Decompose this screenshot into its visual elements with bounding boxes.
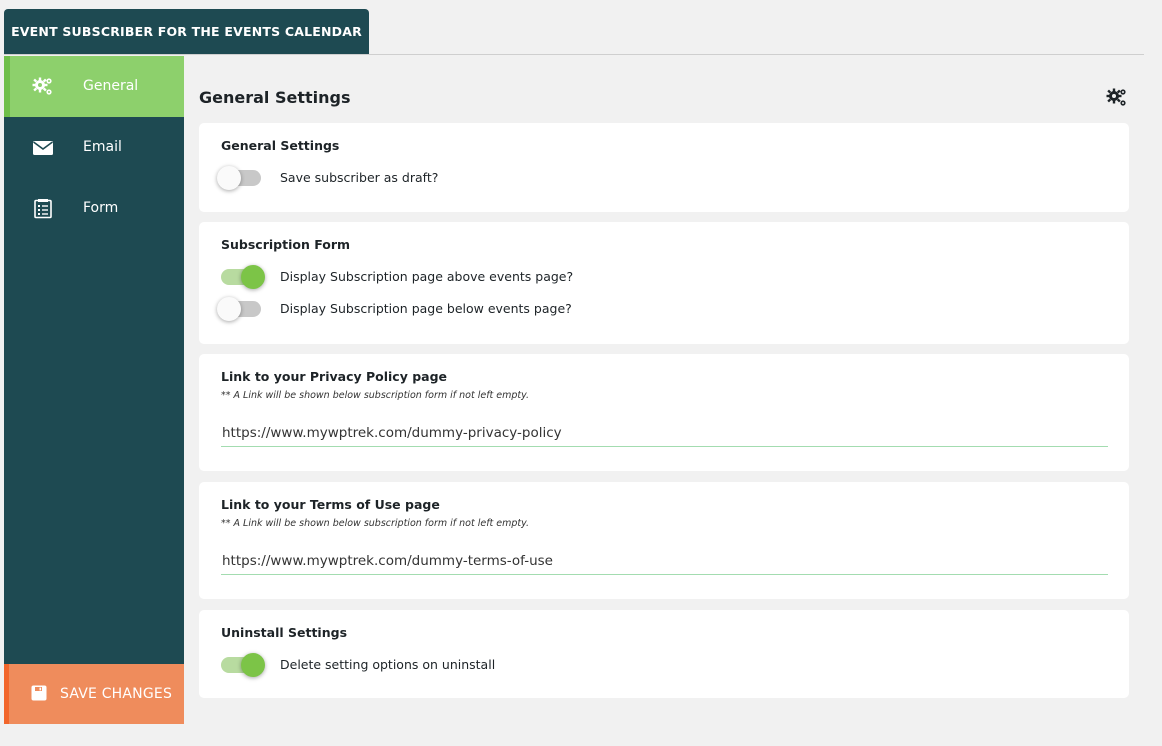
toggle-knob [241, 265, 265, 289]
main-content: General Settings General Settings Save s… [184, 56, 1144, 724]
delete-on-uninstall-toggle[interactable] [221, 653, 265, 677]
card-title: Link to your Privacy Policy page [221, 369, 448, 384]
privacy-policy-card: Link to your Privacy Policy page ** A Li… [199, 354, 1129, 471]
card-note: ** A Link will be shown below subscripti… [221, 390, 530, 401]
plugin-title-tab[interactable]: EVENT SUBSCRIBER FOR THE EVENTS CALENDAR [4, 9, 369, 55]
gears-icon [1106, 87, 1128, 109]
uninstall-settings-card: Uninstall Settings Delete setting option… [199, 610, 1129, 698]
toggle-knob [241, 653, 265, 677]
app-window: EVENT SUBSCRIBER FOR THE EVENTS CALENDAR [0, 0, 1162, 746]
toggle-row: Display Subscription page above events p… [221, 265, 821, 289]
sidebar-item-form[interactable]: Form [4, 178, 184, 239]
gears-icon [32, 76, 54, 98]
page-title: General Settings [199, 88, 351, 107]
save-changes-label: SAVE CHANGES [60, 686, 173, 702]
card-title: Uninstall Settings [221, 625, 348, 640]
save-draft-toggle[interactable] [217, 166, 261, 190]
privacy-policy-url-input[interactable] [221, 419, 1108, 447]
toggle-knob [217, 297, 241, 321]
terms-of-use-card: Link to your Terms of Use page ** A Link… [199, 482, 1129, 599]
card-title: General Settings [221, 138, 340, 153]
card-title: Subscription Form [221, 237, 351, 252]
display-below-toggle[interactable] [217, 297, 261, 321]
toggle-knob [217, 166, 241, 190]
toggle-row: Delete setting options on uninstall [221, 653, 821, 677]
toggle-row: Save subscriber as draft? [217, 166, 821, 190]
sidebar-item-general[interactable]: General [4, 56, 184, 117]
toggle-row: Display Subscription page below events p… [217, 297, 821, 321]
toggle-label: Display Subscription page above events p… [280, 269, 574, 284]
toggle-label: Save subscriber as draft? [280, 170, 439, 185]
toggle-label: Delete setting options on uninstall [280, 657, 496, 672]
form-icon [32, 198, 54, 220]
display-above-toggle[interactable] [221, 265, 265, 289]
sidebar-item-email[interactable]: Email [4, 117, 184, 178]
floppy-disk-icon [31, 685, 47, 701]
sidebar-item-label: General [83, 78, 139, 94]
sidebar: General Email Form SAVE CHANGES [4, 56, 184, 724]
subscription-form-card: Subscription Form Display Subscription p… [199, 222, 1129, 344]
terms-of-use-url-input[interactable] [221, 547, 1108, 575]
general-settings-card: General Settings Save subscriber as draf… [199, 123, 1129, 212]
sidebar-item-label: Email [83, 139, 122, 155]
card-note: ** A Link will be shown below subscripti… [221, 518, 530, 529]
toggle-label: Display Subscription page below events p… [280, 301, 572, 316]
card-title: Link to your Terms of Use page [221, 497, 440, 512]
sidebar-item-label: Form [83, 200, 119, 216]
save-changes-button[interactable]: SAVE CHANGES [4, 664, 184, 724]
envelope-icon [32, 137, 54, 159]
title-divider [4, 54, 1144, 55]
